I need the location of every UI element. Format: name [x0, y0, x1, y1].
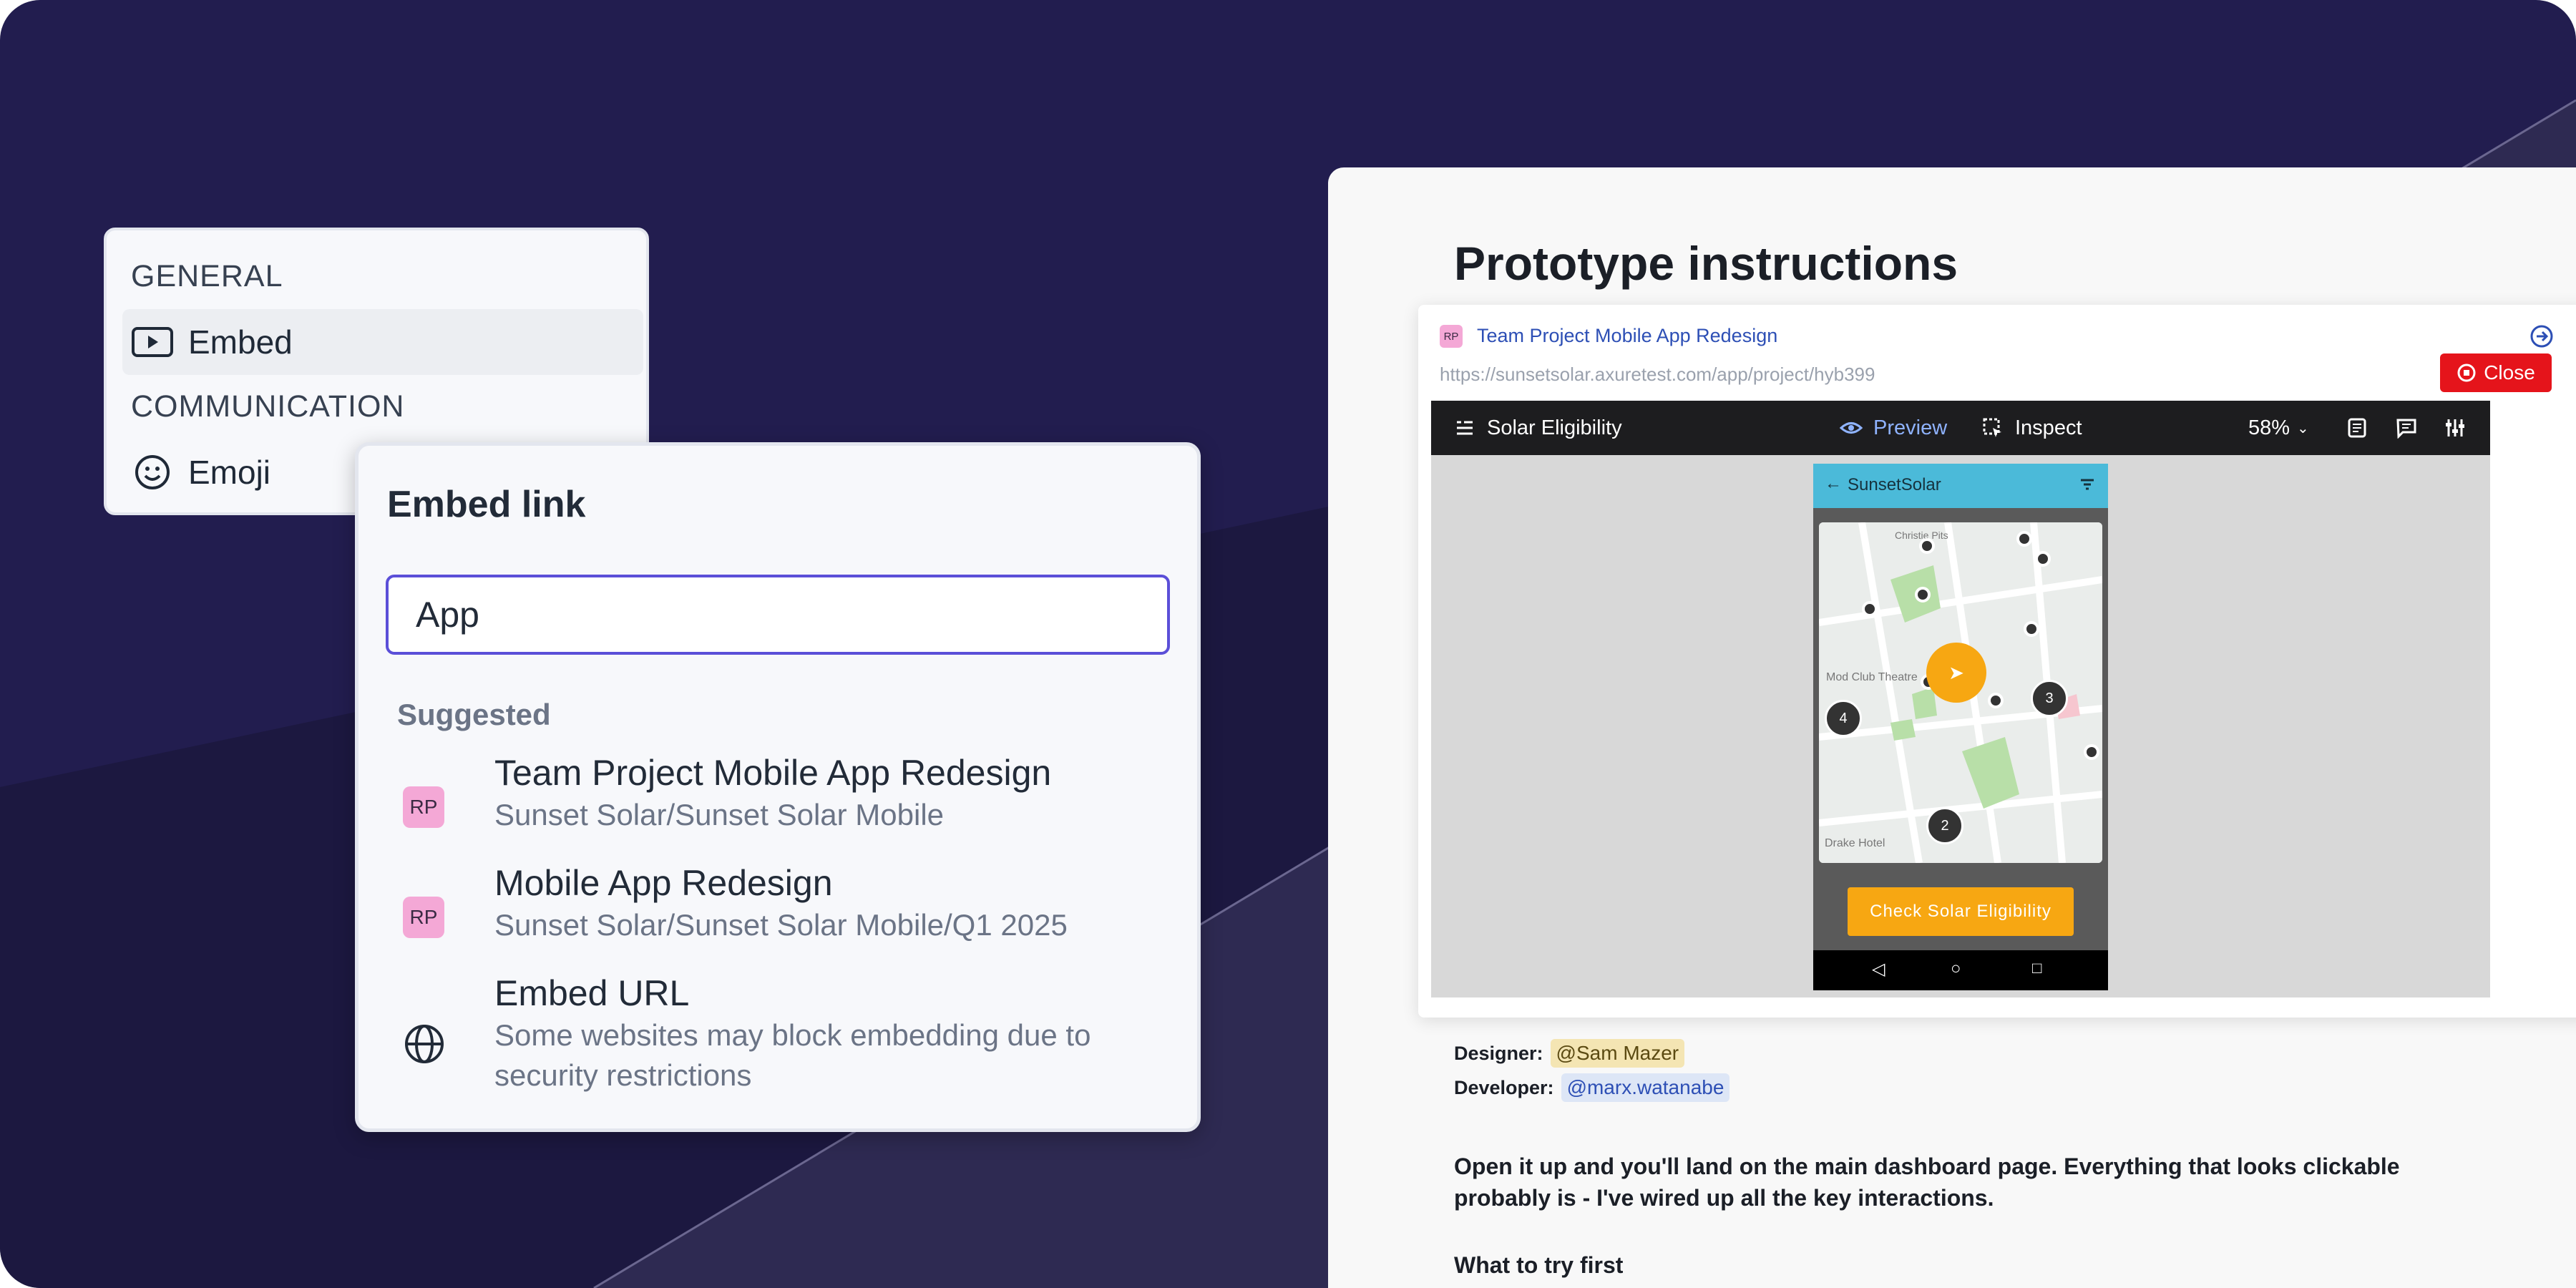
suggestion-description: Some websites may block embedding due to… — [494, 1018, 1091, 1092]
map-pin[interactable] — [1862, 601, 1878, 617]
embed-search-input[interactable] — [386, 575, 1170, 655]
suggestion-title: Team Project Mobile App Redesign — [494, 753, 1052, 793]
map-pin[interactable] — [1915, 587, 1931, 602]
comments-icon[interactable] — [2396, 401, 2417, 455]
map-pin[interactable] — [2084, 744, 2099, 760]
intro-paragraph: Open it up and you'll land on the main d… — [1454, 1153, 2400, 1211]
suggestion-path: Sunset Solar/Sunset Solar Mobile/Q1 2025 — [494, 908, 1068, 942]
project-badge: RP — [403, 897, 444, 938]
cluster-marker[interactable]: 2 — [1926, 807, 1963, 844]
inspect-tab[interactable]: Inspect — [1981, 401, 2082, 455]
suggested-heading: Suggested — [397, 698, 551, 731]
map-pin[interactable] — [2024, 621, 2039, 637]
page-title: Prototype instructions — [1454, 237, 1958, 290]
document-panel: Prototype instructions RP Team Project M… — [1328, 167, 2576, 1288]
emoji-label: Emoji — [188, 454, 271, 491]
nav-back-icon[interactable]: ◁ — [1872, 959, 1885, 980]
embed-link-title: Embed link — [387, 484, 586, 525]
settings-sliders-icon[interactable] — [2444, 401, 2466, 455]
project-badge: RP — [403, 786, 444, 828]
close-label: Close — [2484, 361, 2535, 384]
preview-tab[interactable]: Preview — [1839, 401, 1947, 455]
map-pin[interactable] — [1988, 693, 2004, 708]
communication-heading: COMMUNICATION — [131, 389, 405, 424]
designer-row: Designer: @Sam Mazer — [1454, 1039, 1685, 1068]
developer-label: Developer: — [1454, 1076, 1554, 1098]
embed-link-popover: Embed link Suggested RP Team Project Mob… — [355, 442, 1201, 1132]
embed-project-title[interactable]: Team Project Mobile App Redesign — [1477, 325, 1777, 347]
map-label: Drake Hotel — [1825, 837, 1885, 849]
prototype-viewport: ← SunsetSolar Mod Club Theatre Drake Hot… — [1431, 455, 2490, 997]
filter-icon[interactable] — [2079, 478, 2095, 491]
map-pin[interactable] — [1919, 538, 1935, 554]
suggestion-title: Embed URL — [494, 973, 690, 1013]
stop-icon — [2457, 364, 2476, 382]
check-eligibility-button[interactable]: Check Solar Eligibility — [1848, 887, 2074, 936]
map[interactable]: Mod Club Theatre Drake Hotel Christie Pi… — [1819, 522, 2102, 863]
notes-icon[interactable] — [2347, 401, 2367, 455]
prototype-toolbar: Solar Eligibility Preview Inspect 58% ⌄ — [1431, 401, 2490, 455]
chevron-down-icon: ⌄ — [2297, 420, 2309, 436]
location-arrow-icon[interactable]: ➤ — [1926, 643, 1986, 703]
nav-home-icon[interactable]: ○ — [1951, 959, 1961, 979]
android-nav-bar: ◁ ○ □ — [1813, 950, 2108, 990]
map-label: Mod Club Theatre — [1826, 671, 1918, 683]
eye-icon — [1839, 416, 1863, 440]
back-arrow-icon[interactable]: ← — [1825, 474, 1842, 494]
close-button[interactable]: Close — [2440, 353, 2552, 392]
inspect-icon — [1981, 416, 2005, 440]
cluster-marker[interactable]: 4 — [1825, 700, 1862, 737]
suggestion-title: Mobile App Redesign — [494, 863, 833, 903]
section-heading: What to try first — [1454, 1252, 1624, 1278]
designer-mention[interactable]: @Sam Mazer — [1550, 1039, 1685, 1068]
map-pin[interactable] — [2016, 531, 2032, 547]
suggestion-path: Sunset Solar/Sunset Solar Mobile — [494, 798, 945, 831]
embed-label: Embed — [188, 323, 293, 361]
designer-label: Designer: — [1454, 1042, 1543, 1064]
zoom-value: 58% — [2248, 416, 2290, 439]
developer-mention[interactable]: @marx.watanabe — [1561, 1073, 1730, 1102]
inspect-label: Inspect — [2015, 416, 2082, 439]
menu-item-embed[interactable]: Embed — [122, 309, 643, 375]
general-heading: GENERAL — [131, 259, 283, 293]
developer-row: Developer: @marx.watanabe — [1454, 1073, 1730, 1102]
preview-label: Preview — [1873, 416, 1948, 439]
project-badge: RP — [1440, 325, 1463, 348]
page-selector[interactable]: Solar Eligibility — [1453, 401, 1622, 455]
embed-url: https://sunsetsolar.axuretest.com/app/pr… — [1440, 364, 1875, 385]
smiley-icon — [131, 451, 174, 494]
app-name: SunsetSolar — [1848, 475, 1941, 494]
embedded-prototype-card: RP Team Project Mobile App Redesign http… — [1418, 305, 2576, 1018]
nav-recents-icon[interactable]: □ — [2032, 959, 2041, 977]
play-icon — [131, 321, 174, 364]
page-name: Solar Eligibility — [1487, 416, 1622, 439]
suggestion-item-embed-url[interactable]: Embed URL Some websites may block embedd… — [387, 972, 1174, 1108]
cluster-marker[interactable]: 3 — [2031, 680, 2068, 717]
app-header: ← SunsetSolar — [1813, 464, 2108, 508]
zoom-select[interactable]: 58% ⌄ — [2248, 401, 2309, 455]
globe-icon — [405, 1025, 444, 1063]
list-icon — [1453, 416, 1477, 440]
suggestion-item[interactable]: RP Mobile App Redesign Sunset Solar/Suns… — [387, 862, 1174, 955]
map-pin[interactable] — [2035, 551, 2051, 567]
phone-prototype[interactable]: ← SunsetSolar Mod Club Theatre Drake Hot… — [1813, 464, 2108, 990]
suggestion-item[interactable]: RP Team Project Mobile App Redesign Suns… — [387, 752, 1174, 845]
open-link-icon[interactable] — [2529, 323, 2555, 349]
